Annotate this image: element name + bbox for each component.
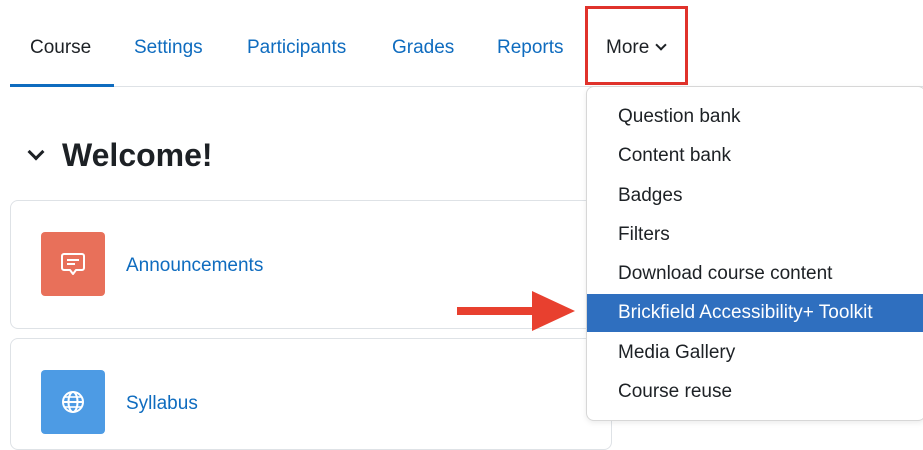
- menu-item-download-course-content[interactable]: Download course content: [587, 255, 923, 293]
- globe-icon: [41, 370, 105, 434]
- tab-course[interactable]: Course: [30, 37, 91, 59]
- secondary-navigation: Course Settings Participants Grades Repo…: [0, 0, 923, 88]
- forum-icon: [41, 232, 105, 296]
- menu-item-brickfield-toolkit[interactable]: Brickfield Accessibility+ Toolkit: [587, 294, 923, 332]
- tab-participants[interactable]: Participants: [247, 37, 346, 59]
- section-title: Welcome!: [62, 137, 213, 173]
- annotation-arrow-icon: [457, 291, 575, 331]
- menu-item-badges[interactable]: Badges: [587, 177, 923, 215]
- menu-item-media-gallery[interactable]: Media Gallery: [587, 334, 923, 372]
- tab-reports[interactable]: Reports: [497, 37, 564, 59]
- activity-link-syllabus[interactable]: Syllabus: [126, 393, 198, 415]
- menu-item-content-bank[interactable]: Content bank: [587, 137, 923, 175]
- menu-item-filters[interactable]: Filters: [587, 216, 923, 254]
- activity-link-announcements[interactable]: Announcements: [126, 255, 263, 277]
- highlight-box: [585, 6, 688, 85]
- collapse-chevron-icon[interactable]: [27, 143, 45, 161]
- more-dropdown-menu: Question bank Content bank Badges Filter…: [586, 86, 923, 421]
- menu-item-course-reuse[interactable]: Course reuse: [587, 373, 923, 411]
- tab-grades[interactable]: Grades: [392, 37, 454, 59]
- activity-card-syllabus: Syllabus: [10, 338, 612, 450]
- active-tab-indicator: [10, 84, 114, 87]
- tab-settings[interactable]: Settings: [134, 37, 203, 59]
- menu-item-question-bank[interactable]: Question bank: [587, 98, 923, 136]
